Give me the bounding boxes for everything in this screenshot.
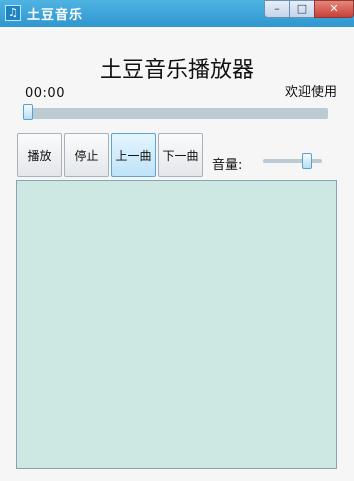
play-button[interactable]: 播放 (17, 133, 62, 177)
volume-slider-thumb[interactable] (302, 153, 313, 169)
progress-slider-thumb[interactable] (23, 104, 33, 120)
previous-track-button[interactable]: 上一曲 (111, 133, 156, 177)
playlist-panel[interactable] (16, 180, 337, 469)
volume-label: 音量: (212, 158, 243, 173)
stop-button[interactable]: 停止 (64, 133, 109, 177)
app-heading: 土豆音乐播放器 (99, 58, 254, 83)
music-note-icon: ♫ (5, 5, 21, 21)
window-title: 土豆音乐 (27, 8, 84, 23)
progress-slider[interactable] (26, 108, 328, 119)
maximize-button[interactable]: □ (289, 0, 315, 18)
next-track-button[interactable]: 下一曲 (158, 133, 203, 177)
minimize-button[interactable]: – (264, 0, 290, 18)
close-button[interactable]: ✕ (314, 0, 354, 18)
volume-slider[interactable] (263, 159, 322, 163)
current-time: 00:00 (25, 86, 65, 101)
status-text: 欢迎使用 (284, 85, 337, 100)
title-bar: ♫ 土豆音乐 – □ ✕ (0, 0, 354, 27)
